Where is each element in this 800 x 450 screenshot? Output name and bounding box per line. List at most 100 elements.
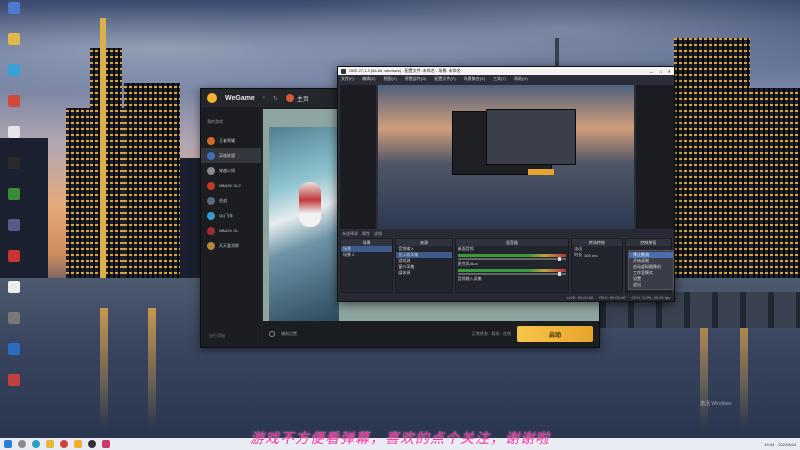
- source-item[interactable]: 媒体源: [396, 270, 451, 276]
- obs-titlebar: OBS 27.1.3 (64-bit, windows) - 配置文件: 未命名…: [338, 67, 674, 75]
- building: [90, 48, 122, 278]
- desktop-icon[interactable]: [2, 95, 26, 121]
- sidebar-footer[interactable]: 自行添加: [209, 333, 225, 339]
- tab-home-label: 主页: [296, 96, 309, 103]
- obs-title: OBS 27.1.3 (64-bit, windows) - 配置文件: 未命名…: [349, 68, 461, 73]
- preview-obs-window: [486, 109, 576, 165]
- close-icon[interactable]: ✕: [668, 69, 671, 74]
- menu-tools[interactable]: 工具(T): [493, 76, 506, 82]
- transition-duration[interactable]: 时长 300 ms: [572, 252, 621, 258]
- desktop-icon[interactable]: [2, 374, 26, 400]
- tab-home[interactable]: 主页: [285, 94, 309, 103]
- sources-dock: 来源 音频输入 显示器采集 游戏源 窗口采集 媒体源: [395, 238, 453, 293]
- desktop-icon[interactable]: [2, 250, 26, 276]
- minimize-icon[interactable]: —: [649, 69, 653, 74]
- transitions-dock: 转场特效 淡出 时长 300 ms: [571, 238, 623, 293]
- desktop-icon[interactable]: [2, 2, 26, 28]
- building: [750, 88, 800, 278]
- mixer-dock: 混音器 桌面音频 麦克风/Aux 音频输入采集: [454, 238, 570, 293]
- controls-header: 控制按钮: [625, 239, 671, 246]
- app-icon: [8, 374, 20, 386]
- back-arrow-icon[interactable]: ‹: [263, 95, 265, 101]
- game-label: NBA2K OL2: [219, 183, 241, 188]
- scene-item[interactable]: 场景 2: [341, 252, 392, 258]
- duration-label: 时长: [574, 252, 583, 257]
- slider-knob[interactable]: [558, 257, 562, 261]
- light-reflection: [100, 308, 108, 428]
- slider-knob[interactable]: [558, 272, 562, 276]
- sources-header: 来源: [396, 239, 452, 246]
- live-timer: LIVE: 00:00:00: [566, 294, 594, 300]
- desktop-icon[interactable]: [2, 219, 26, 245]
- menu-scene-collection[interactable]: 场景集合(S): [464, 76, 485, 82]
- game-status: 正常状态 · 版本 · 在线: [471, 331, 511, 336]
- desktop-icon[interactable]: [2, 188, 26, 214]
- game-icon: [207, 166, 215, 175]
- sidebar-game-item[interactable]: 英雄联盟: [201, 148, 261, 163]
- desktop-icon[interactable]: [2, 157, 26, 183]
- no-source-selected: 未选择源: [342, 230, 358, 236]
- home-tab-icon: [285, 94, 294, 102]
- desktop-icon[interactable]: [2, 281, 26, 307]
- app-icon: [8, 312, 20, 324]
- menu-help[interactable]: 帮助(H): [514, 76, 528, 82]
- start-game-button[interactable]: 启动: [517, 326, 593, 342]
- desktop-icon[interactable]: [2, 33, 26, 59]
- menu-docks[interactable]: 停靠部件(D): [405, 76, 427, 82]
- sidebar-game-item[interactable]: 王者荣耀: [201, 133, 261, 148]
- sidebar-game-item[interactable]: NBA2K OL: [201, 223, 261, 238]
- volume-slider[interactable]: [457, 272, 567, 276]
- app-icon: [8, 2, 20, 14]
- wegame-logo-icon: [207, 93, 217, 103]
- desktop-icon[interactable]: [2, 64, 26, 90]
- sidebar-game-item[interactable]: NBA2K OL2: [201, 178, 261, 193]
- building: [180, 158, 200, 278]
- app-icon: [8, 95, 20, 107]
- menu-profile[interactable]: 配置文件(P): [434, 76, 455, 82]
- spire: [100, 18, 106, 278]
- game-label: NBA2K OL: [219, 228, 239, 233]
- game-label: QQ飞车: [219, 212, 234, 218]
- mixer-header: 混音器: [455, 239, 569, 246]
- light-reflection: [148, 308, 156, 428]
- menu-edit[interactable]: 编辑(E): [362, 76, 375, 82]
- transitions-header: 转场特效: [572, 239, 622, 246]
- scenes-header: 场景: [341, 239, 393, 246]
- settings-label[interactable]: 辅助设置: [281, 331, 297, 337]
- desktop-icon[interactable]: [2, 312, 26, 338]
- volume-meter: [457, 254, 567, 257]
- game-banner-image[interactable]: [269, 127, 339, 321]
- game-label: 逆战: [219, 197, 227, 203]
- properties-button[interactable]: 属性: [362, 231, 370, 237]
- sidebar-game-item[interactable]: 穿越火线: [201, 163, 261, 178]
- sidebar-header: 我的游戏: [207, 119, 223, 124]
- app-icon: [8, 64, 20, 76]
- obs-logo-icon: [341, 68, 346, 74]
- obs-menubar: 文件(F) 编辑(E) 视图(V) 停靠部件(D) 配置文件(P) 场景集合(S…: [338, 75, 674, 82]
- settings-icon[interactable]: [269, 331, 275, 337]
- rec-timer: REC: 00:00:00: [599, 294, 626, 300]
- obs-docks: 场景 场景 场景 2 来源 音频输入 显示器采集 游戏源 窗口采集 媒体源 混音…: [338, 238, 674, 293]
- desktop-icon-column: [2, 2, 28, 405]
- building: [124, 83, 180, 278]
- sidebar-game-item[interactable]: QQ飞车: [201, 208, 261, 223]
- menu-item-exit[interactable]: 退出: [629, 282, 673, 288]
- hero-figure: [299, 182, 321, 227]
- desktop-icon[interactable]: [2, 343, 26, 369]
- game-icon: [207, 181, 215, 190]
- game-label: 英雄联盟: [219, 152, 235, 158]
- refresh-icon[interactable]: ↻: [273, 95, 278, 102]
- filters-button[interactable]: 滤镜: [374, 231, 382, 237]
- menu-view[interactable]: 视图(V): [383, 76, 396, 82]
- sidebar-game-item[interactable]: 天天爱消除: [201, 238, 261, 253]
- app-icon: [8, 250, 20, 262]
- desktop-icon[interactable]: [2, 126, 26, 152]
- game-icon: [207, 241, 215, 250]
- sidebar-game-item[interactable]: 逆战: [201, 193, 261, 208]
- maximize-icon[interactable]: □: [659, 69, 661, 74]
- obs-preview-canvas[interactable]: [378, 85, 634, 229]
- obs-window: OBS 27.1.3 (64-bit, windows) - 配置文件: 未命名…: [337, 66, 675, 302]
- preview-margin-left: [340, 85, 376, 229]
- volume-slider[interactable]: [457, 257, 567, 261]
- menu-file[interactable]: 文件(F): [341, 76, 354, 82]
